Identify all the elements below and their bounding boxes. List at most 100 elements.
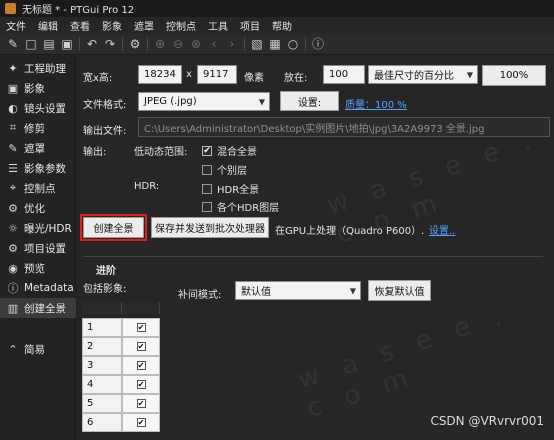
bulb-icon[interactable]: ○ xyxy=(284,35,302,53)
include-cell[interactable]: ✔ xyxy=(122,356,160,375)
individual-layers-checkbox-row[interactable]: 个别层 xyxy=(202,162,247,177)
individual-layers-checkbox[interactable] xyxy=(202,164,212,175)
menu-mask[interactable]: 遮罩 xyxy=(128,18,160,33)
include-checkbox[interactable]: ✔ xyxy=(136,418,146,427)
sidebar-item-project-assistant[interactable]: ✦ 工程助理 xyxy=(0,58,76,78)
create-panorama-panel: 宽x高: 18234 x 9117 像素 放在: 100 最佳尺寸的百分比 ▼ … xyxy=(77,56,554,440)
sidebar-item-label: 创建全景 xyxy=(24,302,66,315)
include-checkbox[interactable]: ✔ xyxy=(136,399,146,408)
quality-link[interactable]: 质量：100 % xyxy=(345,96,407,111)
table-row[interactable]: 4 ✔ xyxy=(82,375,160,394)
include-checkbox[interactable]: ✔ xyxy=(136,380,146,389)
blend-checkbox[interactable]: ✔ xyxy=(202,145,212,156)
csdn-credit: CSDN @VRvrvr001 xyxy=(430,414,544,428)
include-cell[interactable]: ✔ xyxy=(122,375,160,394)
menu-images[interactable]: 影象 xyxy=(96,18,128,33)
sidebar-item-exposure-hdr[interactable]: ☼ 曝光/HDR xyxy=(0,218,76,238)
redo-icon[interactable]: ↷ xyxy=(101,35,119,53)
image-number: 4 xyxy=(82,375,122,394)
forward-icon[interactable]: › xyxy=(223,35,241,53)
toolbar-divider xyxy=(147,36,148,51)
zoom-fit-icon[interactable]: ⊗ xyxy=(187,35,205,53)
size-preset-select[interactable]: 最佳尺寸的百分比 ▼ xyxy=(368,65,478,84)
sidebar-item-mask[interactable]: ✎ 遮罩 xyxy=(0,138,76,158)
format-select[interactable]: JPEG (.jpg) ▼ xyxy=(138,92,270,111)
sidebar-item-image-params[interactable]: ☰ 影象参数 xyxy=(0,158,76,178)
back-icon[interactable]: ‹ xyxy=(205,35,223,53)
zoom-in-icon[interactable]: ⊕ xyxy=(151,35,169,53)
include-cell[interactable]: ✔ xyxy=(122,337,160,356)
sidebar-simple-toggle[interactable]: ⌃ 简易 xyxy=(0,339,76,359)
sidebar-item-optimize[interactable]: ⚙ 优化 xyxy=(0,198,76,218)
save-as-icon[interactable]: ▣ xyxy=(58,35,76,53)
hdr-layers-checkbox[interactable] xyxy=(202,201,212,212)
table-row[interactable]: 1 ✔ xyxy=(82,318,160,337)
sidebar-item-control-points[interactable]: ⌖ 控制点 xyxy=(0,178,76,198)
window-title: 无标题 * - PTGui Pro 12 xyxy=(22,5,135,16)
panorama-editor-icon[interactable]: ▧ xyxy=(248,35,266,53)
chevron-down-icon: ▼ xyxy=(349,286,356,295)
scale-input[interactable]: 100 xyxy=(323,65,365,84)
table-row[interactable]: 2 ✔ xyxy=(82,337,160,356)
percent-button[interactable]: 100% xyxy=(482,65,546,86)
help-icon[interactable]: ⓘ xyxy=(309,35,327,53)
output-file-input[interactable]: C:\Users\Administrator\Desktop\实例图片\地拍\j… xyxy=(138,117,550,137)
sidebar-item-lens-settings[interactable]: ◐ 镜头设置 xyxy=(0,98,76,118)
restore-defaults-button[interactable]: 恢复默认值 xyxy=(368,280,431,301)
height-input[interactable]: 9117 xyxy=(197,65,237,84)
format-settings-button[interactable]: 设置: xyxy=(280,91,339,111)
undo-icon[interactable]: ↶ xyxy=(83,35,101,53)
new-icon[interactable]: ✎ xyxy=(4,35,22,53)
watermark: w a s e e . c o m xyxy=(294,299,513,425)
menu-view[interactable]: 查看 xyxy=(64,18,96,33)
toolbar-divider xyxy=(305,36,306,51)
include-checkbox[interactable]: ✔ xyxy=(136,342,146,351)
hdr-layers-label: 各个HDR图层 xyxy=(217,203,280,214)
blend-checkbox-row[interactable]: ✔ 混合全景 xyxy=(202,143,257,158)
table-row[interactable]: 3 ✔ xyxy=(82,356,160,375)
sidebar-item-metadata[interactable]: ⓘ Metadata xyxy=(0,278,76,298)
zoom-out-icon[interactable]: ⊖ xyxy=(169,35,187,53)
settings-icon[interactable]: ⚙ xyxy=(126,35,144,53)
sidebar-item-label: 镜头设置 xyxy=(24,102,66,115)
table-icon[interactable]: ▦ xyxy=(266,35,284,53)
include-cell[interactable]: ✔ xyxy=(122,318,160,337)
size-preset-value: 最佳尺寸的百分比 xyxy=(374,71,454,82)
create-panorama-icon: ▥ xyxy=(7,301,19,315)
format-value: JPEG (.jpg) xyxy=(144,96,197,107)
width-input[interactable]: 18234 xyxy=(138,65,182,84)
table-row[interactable]: 5 ✔ xyxy=(82,394,160,413)
save-icon[interactable]: ▤ xyxy=(40,35,58,53)
table-row[interactable]: 6 ✔ xyxy=(82,413,160,432)
menu-project[interactable]: 项目 xyxy=(234,18,266,33)
include-checkbox[interactable]: ✔ xyxy=(136,323,146,332)
include-cell[interactable]: ✔ xyxy=(122,413,160,432)
menu-file[interactable]: 文件 xyxy=(0,18,32,33)
interpolation-select[interactable]: 默认值 ▼ xyxy=(235,281,361,300)
toolbar-divider xyxy=(244,36,245,51)
hdr-panorama-checkbox[interactable] xyxy=(202,183,212,194)
sidebar-item-label: 影象 xyxy=(24,82,45,95)
sidebar-item-create-panorama[interactable]: ▥ 创建全景 xyxy=(0,298,76,318)
sidebar-item-preview[interactable]: ◉ 预览 xyxy=(0,258,76,278)
sidebar-item-crop[interactable]: ⌗ 修剪 xyxy=(0,118,76,138)
project-settings-icon: ⚙ xyxy=(8,241,18,255)
hdr-layers-checkbox-row[interactable]: 各个HDR图层 xyxy=(202,199,279,214)
include-checkbox[interactable]: ✔ xyxy=(136,361,146,370)
sidebar-item-images[interactable]: ▣ 影象 xyxy=(0,78,76,98)
image-number: 6 xyxy=(82,413,122,432)
menu-tools[interactable]: 工具 xyxy=(202,18,234,33)
save-to-batch-button[interactable]: 保存并发送到批次处理器 xyxy=(151,217,269,238)
format-label: 文件格式: xyxy=(83,100,127,111)
open-icon[interactable]: □ xyxy=(22,35,40,53)
hdr-panorama-checkbox-row[interactable]: HDR全景 xyxy=(202,181,259,196)
menu-edit[interactable]: 编辑 xyxy=(32,18,64,33)
sidebar-item-project-settings[interactable]: ⚙ 项目设置 xyxy=(0,238,76,258)
gpu-settings-link[interactable]: 设置.. xyxy=(429,222,455,237)
optimize-icon: ⚙ xyxy=(8,201,18,215)
include-cell[interactable]: ✔ xyxy=(122,394,160,413)
menu-control-points[interactable]: 控制点 xyxy=(160,18,202,33)
toolbar: ✎ □ ▤ ▣ ↶ ↷ ⚙ ⊕ ⊖ ⊗ ‹ › ▧ ▦ ○ ⓘ xyxy=(0,33,554,55)
menu-help[interactable]: 帮助 xyxy=(266,18,298,33)
sidebar: ✦ 工程助理 ▣ 影象 ◐ 镜头设置 ⌗ 修剪 ✎ 遮罩 ☰ 影象参数 ⌖ 控制点 ⚙ 优化 ☼… xyxy=(0,56,76,440)
